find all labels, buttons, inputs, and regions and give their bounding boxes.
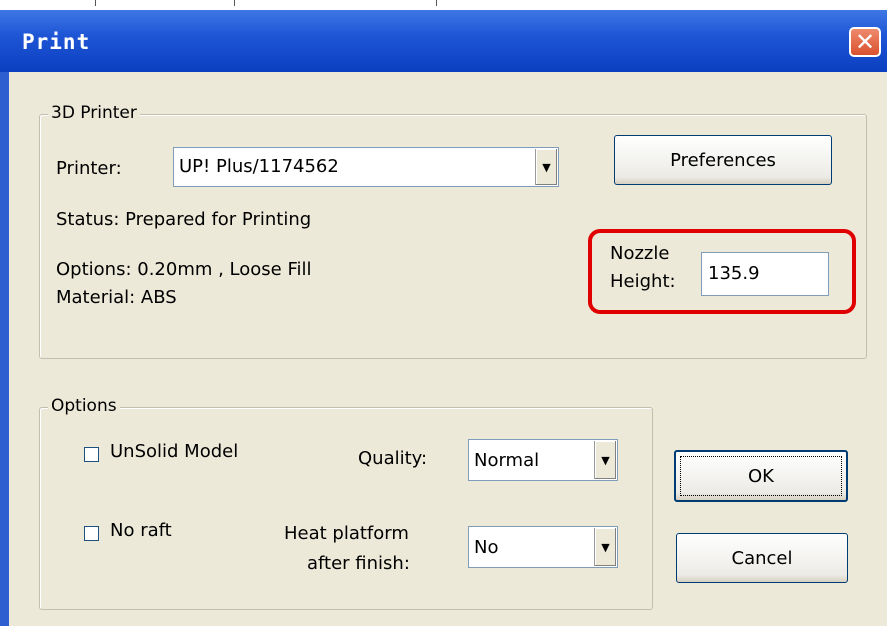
material-text: Material: ABS <box>56 287 177 308</box>
dropdown-arrow-icon[interactable]: ▼ <box>594 528 616 566</box>
options-text: Options: 0.20mm , Loose Fill <box>56 259 312 280</box>
close-button[interactable]: ✕ <box>849 27 881 57</box>
heat-platform-select-value: No <box>474 537 499 558</box>
printer-select-value: UP! Plus/1174562 <box>179 156 339 177</box>
preferences-button[interactable]: Preferences <box>614 135 832 185</box>
dialog-client-area: 3D Printer Printer: UP! Plus/1174562 ▼ P… <box>9 72 887 626</box>
nozzle-label-line2: Height: <box>610 271 676 292</box>
quality-label: Quality: <box>358 448 428 469</box>
options-group: Options UnSolid Model Quality: Normal ▼ … <box>39 396 653 610</box>
background-strip <box>0 0 887 10</box>
cancel-button[interactable]: Cancel <box>676 533 848 583</box>
preferences-button-label: Preferences <box>670 149 776 171</box>
dropdown-arrow-icon[interactable]: ▼ <box>594 441 616 479</box>
window-title: Print <box>22 30 91 54</box>
no-raft-checkbox[interactable] <box>84 526 99 541</box>
close-icon: ✕ <box>854 28 876 56</box>
printer-label: Printer: <box>56 158 122 179</box>
unsolid-model-label: UnSolid Model <box>110 441 239 462</box>
printer-select[interactable]: UP! Plus/1174562 ▼ <box>173 147 559 187</box>
options-group-legend: Options <box>48 396 120 416</box>
heat-platform-select[interactable]: No ▼ <box>468 526 618 568</box>
unsolid-model-checkbox[interactable] <box>84 447 99 462</box>
title-bar[interactable]: Print ✕ <box>0 10 887 72</box>
nozzle-height-input[interactable]: 135.9 <box>701 252 829 296</box>
no-raft-label: No raft <box>110 520 172 541</box>
printer-group: 3D Printer Printer: UP! Plus/1174562 ▼ P… <box>39 103 867 359</box>
background-tick <box>234 0 235 6</box>
status-text: Status: Prepared for Printing <box>56 209 312 230</box>
printer-group-legend: 3D Printer <box>48 103 140 123</box>
print-dialog: Print ✕ 3D Printer Printer: UP! Plus/117… <box>0 10 887 626</box>
background-tick <box>436 0 437 6</box>
focus-rect <box>680 456 842 496</box>
heat-platform-label-line2: after finish: <box>307 553 410 574</box>
ok-button[interactable]: OK <box>674 450 848 502</box>
quality-select-value: Normal <box>474 450 540 471</box>
heat-platform-label-line1: Heat platform <box>284 523 409 544</box>
dropdown-arrow-icon[interactable]: ▼ <box>535 149 557 185</box>
background-tick <box>95 0 96 6</box>
quality-select[interactable]: Normal ▼ <box>468 439 618 481</box>
nozzle-label-line1: Nozzle <box>610 243 670 264</box>
cancel-button-label: Cancel <box>731 547 793 569</box>
